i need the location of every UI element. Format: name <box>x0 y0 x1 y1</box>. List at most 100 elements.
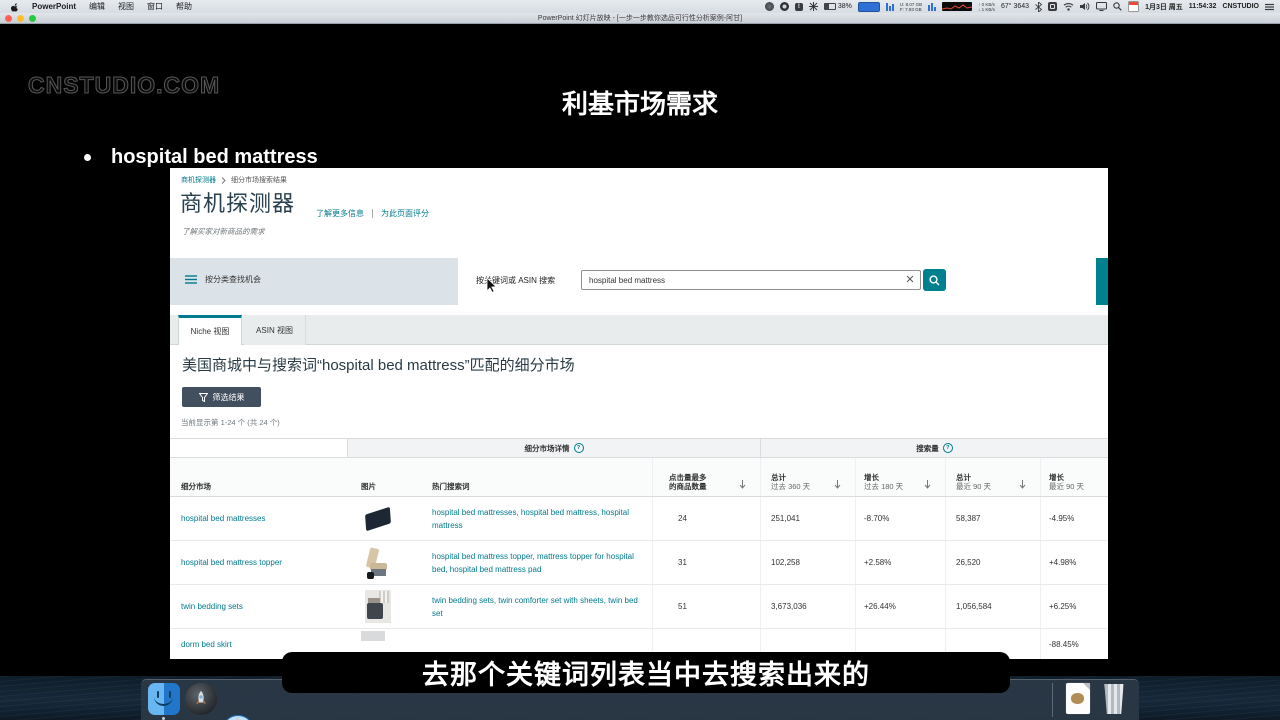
network-graph-icon[interactable] <box>942 2 972 11</box>
top-keywords[interactable]: hospital bed mattress topper, mattress t… <box>432 550 647 576</box>
sort-down-icon[interactable] <box>834 480 841 489</box>
memory-gauge-icon[interactable] <box>858 2 880 12</box>
top-keywords[interactable]: twin bedding sets, twin comforter set wi… <box>432 594 647 620</box>
top-keywords[interactable]: hospital bed mattresses, hospital bed ma… <box>432 506 647 532</box>
status-warning-icon[interactable]: ! <box>795 3 803 11</box>
clicked-products-value: 31 <box>652 541 760 584</box>
dock-separator <box>1052 683 1053 717</box>
niche-link[interactable]: twin bedding sets <box>181 602 243 611</box>
col-total-360[interactable]: 总计过去 360 天 <box>760 458 855 496</box>
trash-icon[interactable] <box>1098 683 1130 715</box>
launchpad-icon[interactable] <box>185 683 217 715</box>
menu-view[interactable]: 视图 <box>118 1 134 12</box>
niche-thumbnail[interactable] <box>361 631 385 641</box>
col-total-90[interactable]: 总计最近 90 天 <box>945 458 1040 496</box>
header-links: 了解更多信息 为此页面评分 <box>316 208 429 219</box>
window-title-bar: PowerPoint 幻灯片放映 - [一步一步教你选品可行性分析案例-阿甘] <box>0 13 1280 24</box>
opportunity-explorer-panel: 商机探测器 细分市场搜索结果 商机探测器 了解更多信息 为此页面评分 了解买家对… <box>170 168 1108 659</box>
filter-results-button[interactable]: 筛选结果 <box>182 387 261 407</box>
table-row: hospital bed mattresses hospital bed mat… <box>170 497 1108 541</box>
cpu-bars-icon <box>928 3 936 11</box>
sort-down-icon[interactable] <box>739 480 746 489</box>
table-row: hospital bed mattress topper hospital be… <box>170 541 1108 585</box>
total-360-value: 102,258 <box>760 541 855 584</box>
menubar-time[interactable]: 11:54:32 <box>1189 3 1217 10</box>
niche-thumbnail[interactable] <box>361 546 395 580</box>
info-icon[interactable]: ? <box>574 443 584 453</box>
niche-table: 细分市场详情 ? 搜索量 ? 细分市场 图片 热门搜索词 点击量最多的商品数量 <box>170 438 1108 659</box>
document-icon[interactable] <box>1062 683 1094 715</box>
browse-label: 按分类查找机会 <box>205 274 261 285</box>
finder-icon[interactable] <box>148 683 180 715</box>
spotlight-search-icon[interactable] <box>1113 2 1122 11</box>
network-readout: ↑ 0 KB/s ↓ 1 KB/s <box>978 2 995 12</box>
col-growth-90[interactable]: 增长最近 90 天 <box>1040 458 1108 496</box>
clear-search-icon[interactable] <box>906 275 914 283</box>
subtitle-bar: 去那个关键词列表当中去搜索出来的 <box>282 652 1010 693</box>
results-heading: 美国商城中与搜索词“hospital bed mattress”匹配的细分市场 <box>182 354 575 375</box>
col-niche[interactable]: 细分市场 <box>181 482 347 491</box>
input-source-icon[interactable] <box>1048 2 1057 11</box>
table-row: twin bedding sets twin bedding sets, twi… <box>170 585 1108 629</box>
niche-link[interactable]: hospital bed mattresses <box>181 514 266 523</box>
wifi-icon[interactable] <box>1063 2 1074 11</box>
volume-icon[interactable] <box>1080 2 1090 11</box>
menubar-date[interactable]: 1月3日 周五 <box>1145 2 1183 12</box>
breadcrumb-current: 细分市场搜索结果 <box>231 175 287 185</box>
search-bar: 按分类查找机会 按关键词或 ASIN 搜索 <box>170 258 1108 305</box>
status-snowflake-icon[interactable] <box>809 2 818 11</box>
table-group-header-row: 细分市场详情 ? 搜索量 ? <box>170 438 1108 458</box>
subtitle-text: 去那个关键词列表当中去搜索出来的 <box>422 653 870 692</box>
total-90-value: 58,387 <box>945 497 1040 540</box>
magnifier-icon <box>929 275 940 286</box>
group-niche-details: 细分市场详情 <box>525 443 570 454</box>
col-clicked-products[interactable]: 点击量最多的商品数量 <box>652 458 760 496</box>
menu-window[interactable]: 窗口 <box>147 1 163 12</box>
menubar-user[interactable]: CNSTUDIO <box>1222 3 1259 10</box>
growth-180-value: +26.44% <box>855 585 945 628</box>
search-button[interactable] <box>923 269 946 291</box>
menu-app-name[interactable]: PowerPoint <box>32 2 76 11</box>
growth-90-value: +6.25% <box>1040 585 1108 628</box>
search-input[interactable] <box>581 270 921 290</box>
battery-indicator[interactable]: 38% <box>824 3 852 10</box>
niche-link[interactable]: dorm bed skirt <box>181 640 232 649</box>
growth-90-value: -4.95% <box>1040 497 1108 540</box>
browse-categories-button[interactable]: 按分类查找机会 <box>185 274 261 285</box>
calendar-icon[interactable] <box>1128 1 1139 12</box>
apple-icon[interactable] <box>10 2 19 12</box>
col-growth-180[interactable]: 增长过去 180 天 <box>855 458 945 496</box>
right-edge-teal-strip <box>1096 258 1108 305</box>
niche-link[interactable]: hospital bed mattress topper <box>181 558 282 567</box>
col-keywords: 热门搜索词 <box>432 482 652 491</box>
bullet-row: hospital bed mattress <box>84 146 318 169</box>
clicked-products-value: 24 <box>652 497 760 540</box>
view-tabs: Niche 视图 ASIN 视图 <box>170 315 1108 345</box>
niche-thumbnail[interactable] <box>361 502 395 536</box>
growth-90-value: -88.45% <box>1040 629 1108 659</box>
hamburger-icon <box>185 275 197 284</box>
info-icon[interactable]: ? <box>943 443 953 453</box>
page-title: 商机探测器 <box>180 186 295 218</box>
niche-thumbnail[interactable] <box>361 590 395 624</box>
slide-title: 利基市场需求 <box>0 84 1280 121</box>
notification-center-icon[interactable] <box>1265 3 1274 11</box>
sort-down-icon[interactable] <box>1019 480 1026 489</box>
menu-edit[interactable]: 编辑 <box>89 1 105 12</box>
table-header-row: 细分市场 图片 热门搜索词 点击量最多的商品数量 总计过去 360 天 增长过去… <box>170 458 1108 497</box>
tab-asin-view[interactable]: ASIN 视图 <box>244 315 306 345</box>
breadcrumb: 商机探测器 细分市场搜索结果 <box>181 175 287 185</box>
airplay-display-icon[interactable] <box>1096 2 1107 11</box>
breadcrumb-home-link[interactable]: 商机探测器 <box>181 175 216 185</box>
funnel-icon <box>199 393 208 402</box>
status-app-icon-1[interactable] <box>765 2 774 11</box>
learn-more-link[interactable]: 了解更多信息 <box>316 208 364 219</box>
tab-niche-view[interactable]: Niche 视图 <box>178 315 242 345</box>
sort-down-icon[interactable] <box>924 480 931 489</box>
temperature-readout: 67° 3643 <box>1001 3 1029 10</box>
bluetooth-icon[interactable] <box>1035 2 1042 12</box>
growth-90-value: +4.98% <box>1040 541 1108 584</box>
menu-help[interactable]: 帮助 <box>176 1 192 12</box>
status-app-icon-2[interactable] <box>780 2 789 11</box>
rate-page-link[interactable]: 为此页面评分 <box>381 208 429 219</box>
